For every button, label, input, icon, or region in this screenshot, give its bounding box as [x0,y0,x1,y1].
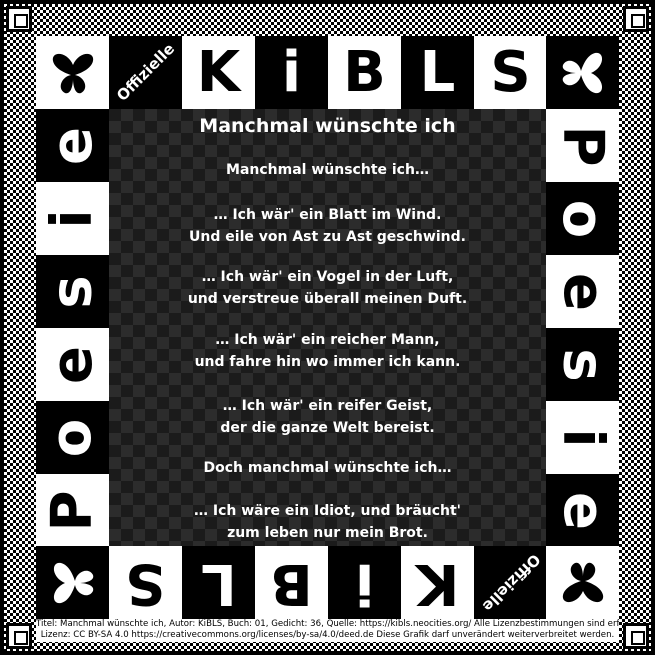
side-letter: e [550,272,616,311]
stanza: Doch manchmal wünschte ich… [109,457,546,479]
poem-line: … Ich wäre ein Idiot, und bräucht' [194,503,461,519]
footer-credit-line: Titel: Manchmal wünschte ich, Autor: KiB… [36,619,619,629]
poem-line: … Ich wär' ein Vogel in der Luft, [201,269,454,285]
butterfly-tile [36,36,109,109]
poem-title: Manchmal wünschte ich [199,115,456,137]
letter-tile: S [109,546,182,619]
stanza: Manchmal wünschte ich… [109,159,546,181]
butterfly-tile [36,546,109,619]
title-letter: B [343,39,386,105]
poem-panel: Manchmal wünschte ich Manchmal wünschte … [109,109,546,546]
corner-square-icon [6,6,32,32]
letter-tile: i [328,546,401,619]
corner-square-icon [623,6,649,32]
title-letter: B [270,550,313,616]
letter-tile: B [255,546,328,619]
letter-tile: P [546,109,619,182]
butterfly-icon [52,53,93,93]
title-letter: K [196,39,241,105]
title-letter: L [419,39,456,105]
letter-tile: i [36,182,109,255]
stanza: … Ich wär' ein reifer Geist, der die gan… [109,395,546,439]
badge-official-top: Offizielle [112,39,178,105]
butterfly-tile [546,36,619,109]
letter-tile: e [36,328,109,401]
license-footer: Titel: Manchmal wünschte ich, Autor: KiB… [36,619,619,642]
butterfly-icon [562,52,602,93]
letter-tile: S [474,36,547,109]
side-letter: s [39,274,105,309]
stanza: … Ich wäre ein Idiot, und bräucht' zum l… [109,500,546,544]
poem-line: … Ich wär' ein Blatt im Wind. [213,207,442,223]
butterfly-icon [562,562,603,602]
letter-tile: K [182,36,255,109]
side-letter: s [550,347,616,382]
letter-tile: L [182,546,255,619]
poem-line: und fahre hin wo immer ich kann. [194,354,461,370]
poem-line: zum leben nur mein Brot. [227,525,428,541]
letter-tile: s [546,328,619,401]
title-letter: S [490,39,531,105]
corner-square-icon [6,623,32,649]
title-letter: S [125,550,166,616]
side-letter: e [550,491,616,530]
stanza: … Ich wär' ein reicher Mann, und fahre h… [109,329,546,373]
corner-square-icon [623,623,649,649]
stanza: … Ich wär' ein Blatt im Wind. Und eile v… [109,204,546,248]
letter-tile: s [36,255,109,328]
poem-line: Doch manchmal wünschte ich… [203,460,452,476]
badge-tile-top-left: Offizielle [109,36,182,109]
footer-license-line: Lizenz: CC BY-SA 4.0 https://creativecom… [40,630,615,640]
poem-line: Und eile von Ast zu Ast geschwind. [189,229,466,245]
letter-tile: P [36,474,109,547]
stanza: … Ich wär' ein Vogel in der Luft, und ve… [109,266,546,310]
letter-tile: i [255,36,328,109]
letter-tile: e [546,255,619,328]
poem-line: und verstreue überall meinen Duft. [187,291,468,307]
side-letter: o [39,418,105,457]
letter-tile: e [36,109,109,182]
title-letter: L [200,550,237,616]
side-letter: P [39,489,105,532]
butterfly-tile [546,546,619,619]
letter-tile: L [401,36,474,109]
title-letter: K [415,550,460,616]
butterfly-icon [53,562,93,603]
poem: Manchmal wünschte ich Manchmal wünschte … [109,109,546,546]
side-letter: i [550,427,616,448]
poem-line: Manchmal wünschte ich… [226,162,429,178]
poem-line: … Ich wär' ein reicher Mann, [215,332,440,348]
side-letter: i [39,208,105,229]
poem-line: der die ganze Welt bereist. [220,420,435,436]
letter-tile: o [36,401,109,474]
side-letter: o [550,199,616,238]
letter-tile: o [546,182,619,255]
letter-tile: K [401,546,474,619]
title-letter: i [281,39,302,105]
side-letter: e [39,126,105,165]
letter-tile: B [328,36,401,109]
poem-line: … Ich wär' ein reifer Geist, [222,398,433,414]
side-letter: P [550,124,616,167]
badge-official-bottom: Offizielle [478,550,544,616]
side-letter: e [39,345,105,384]
letter-tile: i [546,401,619,474]
letter-tile: e [546,474,619,547]
badge-tile-bottom-right: Offizielle [474,546,547,619]
title-letter: i [354,550,375,616]
